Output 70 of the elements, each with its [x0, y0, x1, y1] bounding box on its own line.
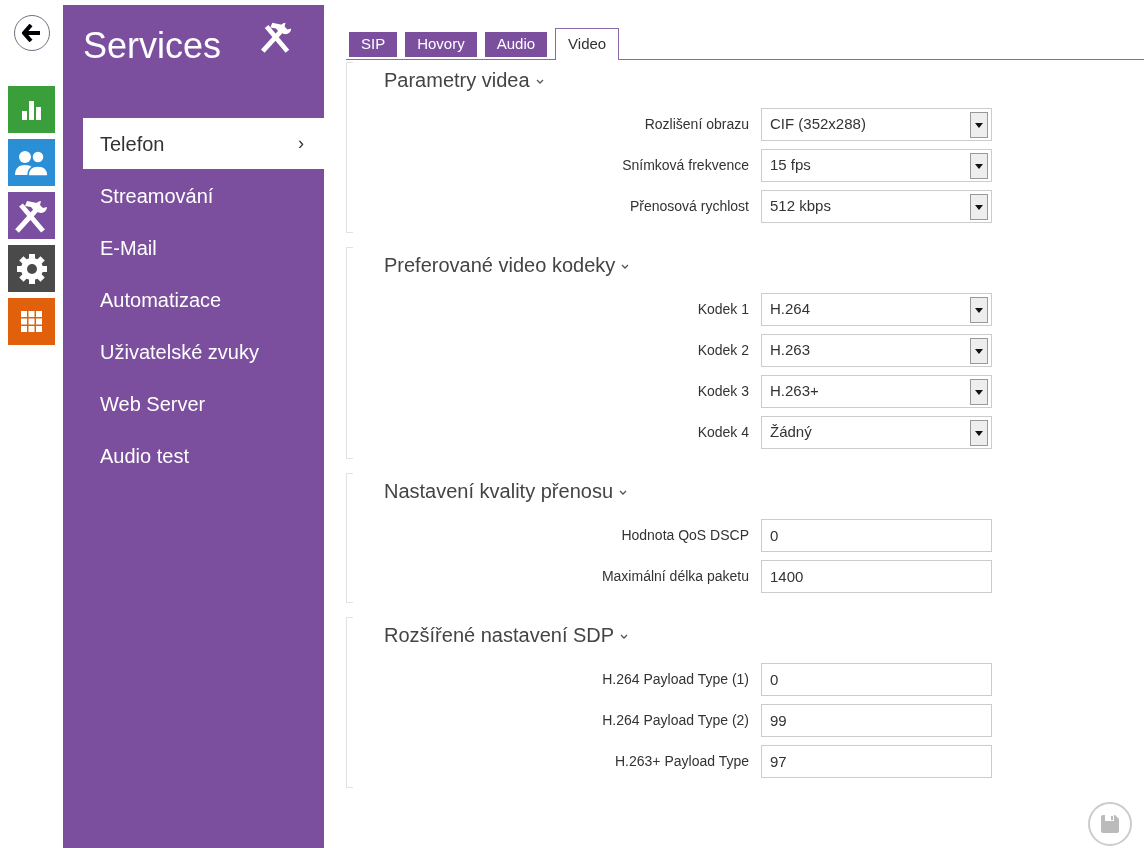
field-label: Maximální délka paketu [601, 567, 749, 586]
section-title[interactable]: Preferované video kodeky [384, 250, 616, 280]
nav-tile[interactable] [8, 86, 55, 133]
dropdown-value: 15 fps [770, 155, 811, 176]
dropdown-value: 512 kbps [770, 196, 831, 217]
chevron-down-icon [620, 634, 629, 640]
dropdown[interactable]: 15 fps [761, 149, 992, 182]
tab[interactable]: Audio [484, 32, 548, 57]
sidebar-item[interactable]: Automatizace [83, 274, 324, 325]
tab[interactable]: Hovory [405, 32, 477, 57]
field-label: Hodnota QoS DSCP [621, 526, 749, 545]
field-label: Kodek 2 [697, 341, 749, 360]
field-label: H.264 Payload Type (1) [602, 670, 749, 689]
sidebar-title: Services [83, 24, 222, 68]
sidebar-item[interactable]: Audio test [83, 430, 324, 481]
dropdown[interactable]: H.264 [761, 293, 992, 326]
tab[interactable]: Video [555, 28, 620, 60]
dropdown-value: H.264 [770, 299, 811, 320]
sidebar-item-label: E-Mail [100, 235, 157, 261]
sidebar-item-label: Streamování [100, 183, 214, 209]
save-button[interactable] [1088, 802, 1132, 846]
input-field[interactable]: 97 [761, 745, 992, 778]
input-field[interactable]: 0 [761, 663, 992, 696]
sidebar-item-label: Telefon [100, 131, 165, 157]
field-label: Kodek 1 [697, 300, 749, 319]
input-field[interactable]: 0 [761, 519, 992, 552]
dropdown-value: CIF (352x288) [770, 114, 866, 135]
sidebar-item-label: Automatizace [100, 287, 222, 313]
gear-icon [15, 252, 48, 285]
field-label: Rozlišení obrazu [644, 115, 749, 134]
back-button[interactable] [13, 15, 50, 51]
back-arrow-icon [21, 24, 42, 42]
field-label: H.263+ Payload Type [615, 752, 749, 771]
section-title[interactable]: Parametry videa [384, 65, 530, 95]
nav-tile[interactable] [8, 139, 55, 186]
sidebar-item[interactable]: Web Server [83, 378, 324, 429]
nav-tile[interactable] [8, 245, 55, 292]
save-icon [1099, 813, 1121, 835]
nav-tile[interactable] [8, 298, 55, 345]
field-label: H.264 Payload Type (2) [602, 711, 749, 730]
section-title[interactable]: Rozšířené nastavení SDP [384, 620, 615, 650]
tab[interactable]: SIP [349, 32, 398, 57]
sidebar-item[interactable]: Telefon › [83, 118, 324, 169]
field-label: Přenosová rychlost [629, 197, 749, 216]
section-title[interactable]: Nastavení kvality přenosu [384, 476, 613, 506]
dropdown-value: Žádný [770, 422, 812, 443]
dropdown[interactable]: CIF (352x288) [761, 108, 992, 141]
input-field[interactable]: 99 [761, 704, 992, 737]
field-label: Kodek 3 [697, 382, 749, 401]
nav-tile[interactable] [8, 192, 55, 239]
sidebar-item[interactable]: E-Mail [83, 222, 324, 273]
dropdown[interactable]: H.263+ [761, 375, 992, 408]
sidebar-item-label: Audio test [100, 443, 189, 469]
chevron-down-icon [619, 490, 627, 496]
input-field[interactable]: 1400 [761, 560, 992, 593]
sidebar-item-label: Uživatelské zvuky [100, 339, 259, 365]
field-label: Kodek 4 [697, 423, 749, 442]
dropdown-value: H.263 [770, 340, 811, 361]
sidebar-item[interactable]: Streamování [83, 170, 324, 221]
grid-icon [20, 310, 43, 333]
chevron-down-icon [621, 264, 630, 270]
sidebar-item-label: Web Server [100, 391, 206, 417]
dropdown-value: H.263+ [770, 381, 819, 402]
dropdown[interactable]: 512 kbps [761, 190, 992, 223]
dropdown[interactable]: Žádný [761, 416, 992, 449]
sidebar-item[interactable]: Uživatelské zvuky [83, 326, 324, 377]
chevron-down-icon [535, 79, 544, 85]
dropdown[interactable]: H.263 [761, 334, 992, 367]
chevron: › [298, 132, 304, 155]
field-label: Snímková frekvence [622, 156, 749, 175]
